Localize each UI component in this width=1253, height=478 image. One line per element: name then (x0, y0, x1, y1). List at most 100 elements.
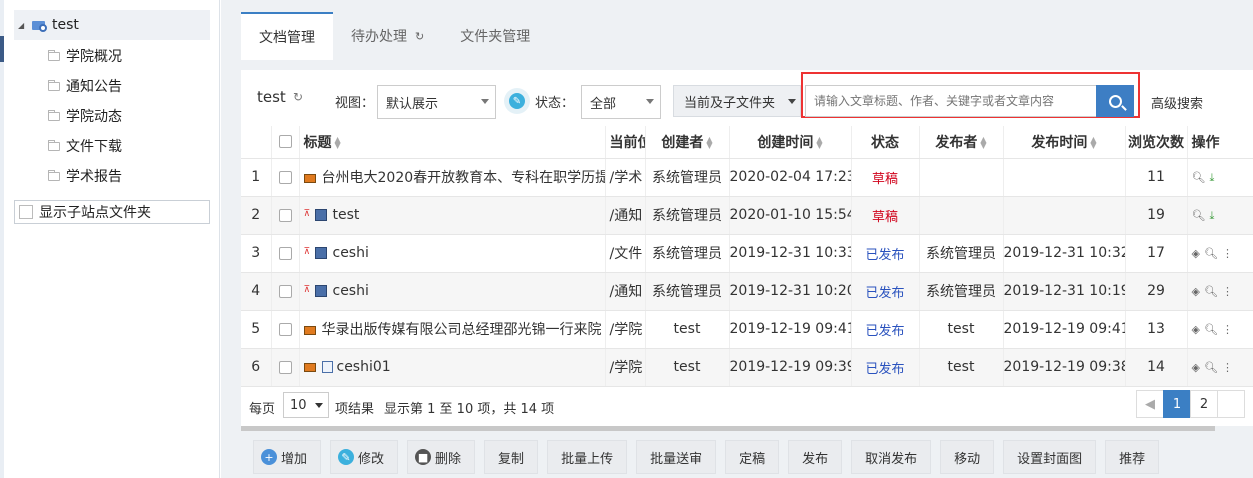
action-button-9[interactable]: 移动 (940, 440, 995, 474)
preview-icon[interactable]: 🔍︎ (1204, 247, 1218, 260)
action-button-10[interactable]: 设置封面图 (1003, 440, 1097, 474)
tree-item[interactable]: 通知公告 (48, 71, 122, 101)
row-number: 2 (241, 196, 272, 235)
more-icon[interactable]: ⋮ (1222, 361, 1233, 374)
page-size-select[interactable]: 10 (283, 392, 329, 418)
checkbox[interactable] (19, 205, 33, 219)
action-button-3[interactable]: 复制 (484, 440, 539, 474)
advanced-search-link[interactable]: 高级搜索 (1151, 93, 1203, 112)
refresh-icon[interactable]: ↻ (293, 90, 303, 104)
tree-root-node[interactable]: ◢ test (14, 10, 210, 40)
action-label: 定稿 (739, 451, 766, 467)
tree-item[interactable]: 学术报告 (48, 161, 122, 191)
tab-document-management[interactable]: 文档管理 (241, 12, 333, 60)
pdf-icon: ⊼ (303, 247, 311, 257)
action-button-1[interactable]: ✎ 修改 (330, 440, 399, 474)
document-title[interactable]: test (333, 207, 360, 223)
prev-page-button[interactable]: ◀ (1136, 390, 1164, 418)
preview-icon[interactable]: 🔍︎ (1192, 171, 1206, 184)
more-icon[interactable]: ⋮ (1222, 323, 1233, 336)
select-all-checkbox[interactable] (278, 135, 292, 149)
preview-icon[interactable]: 🔍︎ (1204, 323, 1218, 336)
publish-info-icon[interactable]: ◈ (1192, 361, 1200, 374)
delete-icon: ■ (415, 449, 432, 465)
tree-item[interactable]: 文件下载 (48, 131, 122, 161)
creator-cell: test (645, 310, 730, 349)
row-checkbox[interactable] (278, 322, 292, 336)
action-button-11[interactable]: 推荐 (1105, 440, 1160, 474)
document-title[interactable]: ceshi (333, 283, 369, 299)
tree-item[interactable]: 学院概况 (48, 41, 122, 71)
header-publisher[interactable]: 发布者 ▲ ▼ (919, 126, 1004, 159)
table-row[interactable]: 2 ⊼ test/通知 系统管理员 2020-01-10 15:54 草稿 19 🔍︎ ⤓ (241, 196, 1253, 235)
page-button[interactable]: 2 (1190, 390, 1218, 418)
table-row[interactable]: 3 ⊼ ceshi/文件 系统管理员 2019-12-31 10:33 已发布 系统管理员 2… (241, 234, 1253, 273)
tab-folder-management[interactable]: 文件夹管理 (442, 12, 548, 60)
row-checkbox[interactable] (278, 284, 292, 298)
table-row[interactable]: 5 华录出版传媒有限公司总经理邵光锦一行来院/学院 test 2019-12-19 0… (241, 310, 1253, 349)
action-button-4[interactable]: 批量上传 (547, 440, 628, 474)
tree-item-label: 通知公告 (66, 79, 122, 95)
title-cell[interactable]: 华录出版传媒有限公司总经理邵光锦一行来院 (299, 310, 606, 349)
document-title[interactable]: ceshi01 (337, 359, 391, 375)
document-title[interactable]: ceshi (333, 245, 369, 261)
status-select[interactable]: 全部 (581, 85, 661, 119)
title-cell[interactable]: ceshi01 (299, 348, 606, 387)
publisher-cell: 系统管理员 (919, 234, 1004, 273)
sort-icon: ▲ ▼ (1090, 134, 1097, 150)
table-row[interactable]: 4 ⊼ ceshi/通知 系统管理员 2019-12-31 10:20 已发布 系统管理员 2… (241, 272, 1253, 311)
row-checkbox[interactable] (278, 360, 292, 374)
download-icon[interactable]: ⤓ (1209, 171, 1214, 185)
search-input[interactable] (805, 85, 1097, 117)
publish-info-icon[interactable]: ◈ (1192, 323, 1200, 336)
action-button-8[interactable]: 取消发布 (851, 440, 932, 474)
header-published[interactable]: 发布时间 ▲ ▼ (1003, 126, 1126, 159)
tree-item[interactable]: 学院动态 (48, 101, 122, 131)
view-select[interactable]: 默认展示 (377, 85, 496, 119)
table-row[interactable]: 1 台州电大2020春开放教育本、专科在职学历提/学术 系统管理员 2020-02-0… (241, 158, 1253, 197)
row-checkbox[interactable] (278, 246, 292, 260)
creator-cell: test (645, 348, 730, 387)
header-created[interactable]: 创建时间 ▲ ▼ (729, 126, 852, 159)
search-scope-dropdown[interactable]: 当前及子文件夹 (673, 85, 801, 117)
expand-triangle-icon[interactable]: ◢ (18, 21, 32, 30)
publisher-cell (919, 196, 1004, 235)
title-cell[interactable]: ⊼ test (299, 196, 606, 235)
views-cell: 29 (1125, 272, 1188, 311)
action-button-5[interactable]: 批量送审 (636, 440, 717, 474)
action-button-2[interactable]: ■ 删除 (407, 440, 476, 474)
download-icon[interactable]: ⤓ (1209, 209, 1214, 223)
status-filter-icon[interactable]: ✎ (504, 88, 530, 114)
more-icon[interactable]: ⋮ (1222, 247, 1233, 260)
result-summary: 显示第 1 至 10 项，共 14 项 (384, 402, 555, 417)
show-subsite-folders-toggle[interactable]: 显示子站点文件夹 (14, 200, 210, 224)
header-title[interactable]: 标题 ▲ ▼ (299, 126, 606, 159)
row-checkbox[interactable] (278, 208, 292, 222)
search-button[interactable] (1096, 85, 1134, 117)
row-checkbox[interactable] (278, 170, 292, 184)
refresh-icon[interactable]: ↻ (415, 30, 424, 43)
next-page-button[interactable] (1217, 390, 1245, 418)
horizontal-scrollbar[interactable] (241, 426, 1215, 431)
publish-info-icon[interactable]: ◈ (1192, 285, 1200, 298)
table-row[interactable]: 6 ceshi01/学院 test 2019-12-19 09:39 已发布 test 20… (241, 348, 1253, 387)
preview-icon[interactable]: 🔍︎ (1204, 361, 1218, 374)
document-title[interactable]: 华录出版传媒有限公司总经理邵光锦一行来院 (322, 322, 602, 338)
tab-pending[interactable]: 待办处理 ↻ (333, 12, 442, 60)
page-button[interactable]: 1 (1163, 390, 1191, 418)
views-cell: 14 (1125, 348, 1188, 387)
header-creator[interactable]: 创建者 ▲ ▼ (645, 126, 730, 159)
preview-icon[interactable]: 🔍︎ (1192, 209, 1206, 222)
publish-info-icon[interactable]: ◈ (1192, 247, 1200, 260)
preview-icon[interactable]: 🔍︎ (1204, 285, 1218, 298)
document-title[interactable]: 台州电大2020春开放教育本、专科在职学历提 (322, 170, 605, 186)
title-cell[interactable]: ⊼ ceshi (299, 234, 606, 273)
more-icon[interactable]: ⋮ (1222, 285, 1233, 298)
edit-icon: ✎ (338, 449, 355, 465)
title-cell[interactable]: ⊼ ceshi (299, 272, 606, 311)
action-button-0[interactable]: + 增加 (253, 440, 322, 474)
header-views: 浏览次数 (1125, 126, 1188, 159)
action-button-7[interactable]: 发布 (788, 440, 843, 474)
title-cell[interactable]: 台州电大2020春开放教育本、专科在职学历提 (299, 158, 606, 197)
action-button-6[interactable]: 定稿 (725, 440, 780, 474)
